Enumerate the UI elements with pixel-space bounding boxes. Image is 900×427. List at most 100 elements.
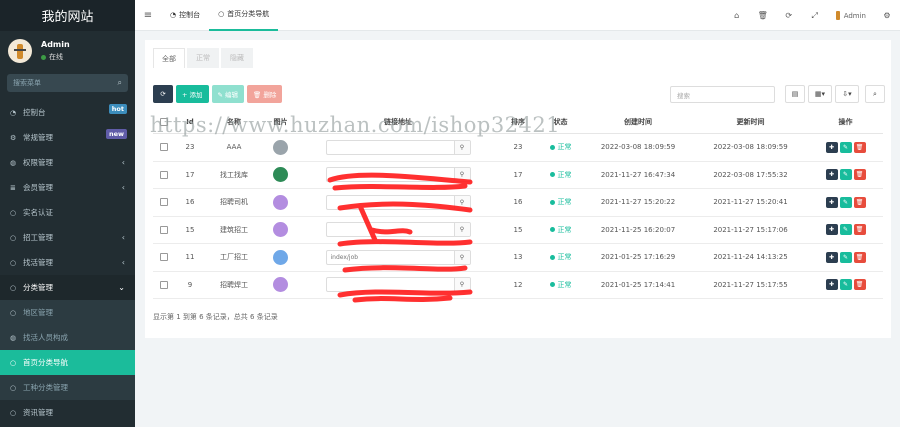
drag-sort-button[interactable]: ✚ [825,141,838,153]
tab-hidden[interactable]: 隐藏 [221,48,253,68]
sidebar-item[interactable]: ○ 招工管理 ‹ [0,225,135,250]
status-dot-icon [549,172,555,178]
cell-image[interactable] [263,217,298,244]
cell-image[interactable] [263,272,298,299]
cell-status: 正常 [538,189,583,216]
col-updated[interactable]: 更新时间 [693,110,808,133]
link-icon[interactable]: ⚲ [453,223,470,237]
link-icon[interactable]: ⚲ [453,140,470,154]
fullscreen-icon[interactable]: ⤢ [802,11,828,21]
toggle-view-icon[interactable]: ▤ [785,85,805,103]
link-icon[interactable]: ⚲ [453,195,470,209]
chevron-icon: ‹ [121,233,125,242]
delete-row-button[interactable]: 🗑 [853,251,866,263]
edit-button[interactable]: ✎ 编辑 [211,85,245,103]
sidebar-search-input[interactable]: 搜索菜单 ⌕ [7,74,128,92]
delete-row-button[interactable]: 🗑 [853,169,866,181]
tab-home-category-nav[interactable]: ○ 首页分类导航 [209,0,279,31]
sidebar-item[interactable]: ≣ 会员管理 ‹ [0,175,135,200]
drag-sort-button[interactable]: ✚ [825,251,838,263]
col-name[interactable]: 名称 [205,110,263,133]
cell-image[interactable] [263,244,298,271]
delete-row-button[interactable]: 🗑 [853,224,866,236]
delete-button[interactable]: 🗑 删除 [247,85,283,103]
edit-row-button[interactable]: ✎ [839,251,852,263]
admin-user-menu[interactable]: Admin [828,11,874,20]
settings-cogs-icon[interactable]: ⚙ [874,11,900,20]
select-all-checkbox[interactable] [153,110,175,133]
group-icon: ◍ [10,333,17,342]
drag-sort-button[interactable]: ✚ [825,279,838,291]
col-created[interactable]: 创建时间 [583,110,693,133]
delete-row-button[interactable]: 🗑 [853,196,866,208]
link-input[interactable]: index/job ⚲ [325,249,471,265]
delete-row-button[interactable]: 🗑 [853,141,866,153]
cell-link: ⚲ [298,217,498,244]
menu-toggle-icon[interactable]: ≡ [135,10,161,21]
col-sort[interactable]: 排序 [498,110,538,133]
link-input[interactable]: ⚲ [325,167,471,183]
row-checkbox[interactable] [153,134,175,161]
col-id[interactable]: Id [175,110,205,133]
link-input[interactable]: ⚲ [325,139,471,155]
edit-row-button[interactable]: ✎ [839,196,852,208]
cell-image[interactable] [263,189,298,216]
category-thumbnail[interactable] [273,277,288,293]
export-dropdown-icon[interactable]: ⇩▾ [835,85,859,103]
row-checkbox[interactable] [153,244,175,271]
refresh-icon[interactable]: ⟳ [776,11,802,20]
link-input[interactable]: ⚲ [325,194,471,210]
category-thumbnail[interactable] [273,222,288,238]
link-input[interactable]: ⚲ [325,277,471,293]
edit-row-button[interactable]: ✎ [839,141,852,153]
home-icon[interactable]: ⌂ [724,11,750,20]
site-title[interactable]: 我的网站 [0,0,135,31]
link-input[interactable]: ⚲ [325,222,471,238]
search-icon[interactable]: ⌕ [118,78,122,88]
trash-icon[interactable]: 🗑 [750,11,776,20]
circle-icon: ○ [10,358,17,367]
columns-dropdown-icon[interactable]: ▦▾ [808,85,832,103]
refresh-button[interactable]: ⟳ [153,85,173,103]
add-button[interactable]: + 添加 [176,85,209,103]
circle-icon: ○ [10,258,17,267]
drag-sort-button[interactable]: ✚ [825,169,838,181]
sidebar-item[interactable]: ◍ 找活人员构成 [0,325,135,350]
edit-row-button[interactable]: ✎ [839,279,852,291]
category-thumbnail[interactable] [273,167,288,183]
sidebar-item[interactable]: ○ 实名认证 [0,200,135,225]
cell-link: ⚲ [298,189,498,216]
drag-sort-button[interactable]: ✚ [825,196,838,208]
edit-row-button[interactable]: ✎ [839,224,852,236]
sidebar-item[interactable]: ○ 资讯管理 [0,400,135,425]
cell-image[interactable] [263,162,298,189]
tab-normal[interactable]: 正常 [187,48,219,68]
drag-sort-button[interactable]: ✚ [825,224,838,236]
sidebar-item[interactable]: ○ 工种分类管理 [0,375,135,400]
delete-row-button[interactable]: 🗑 [853,279,866,291]
cell-updated: 2021-11-24 14:13:25 [713,253,788,262]
sidebar-item[interactable]: ○ 首页分类导航 [0,350,135,375]
sidebar-item[interactable]: ○ 分类管理 ⌄ [0,275,135,300]
category-thumbnail[interactable] [273,249,288,265]
advanced-search-icon[interactable]: ⌕ [865,85,885,103]
row-checkbox[interactable] [153,272,175,299]
sidebar-item[interactable]: ○ 找活管理 ‹ [0,250,135,275]
cell-image[interactable] [263,134,298,161]
category-thumbnail[interactable] [273,139,288,155]
table-search-input[interactable]: 搜索 [670,86,775,103]
tab-all[interactable]: 全部 [153,48,185,68]
row-checkbox[interactable] [153,217,175,244]
sidebar-item[interactable]: ⚙ 常规管理 new [0,125,135,150]
tab-dashboard[interactable]: ◔ 控制台 [161,0,209,31]
link-icon[interactable]: ⚲ [453,168,470,182]
sidebar-item[interactable]: ○ 地区管理 [0,300,135,325]
category-thumbnail[interactable] [273,194,288,210]
link-icon[interactable]: ⚲ [453,278,470,292]
sidebar-item[interactable]: ◍ 权限管理 ‹ [0,150,135,175]
link-icon[interactable]: ⚲ [453,250,470,264]
edit-row-button[interactable]: ✎ [839,169,852,181]
row-checkbox[interactable] [153,162,175,189]
row-checkbox[interactable] [153,189,175,216]
sidebar-item[interactable]: ◔ 控制台 hot [0,100,135,125]
